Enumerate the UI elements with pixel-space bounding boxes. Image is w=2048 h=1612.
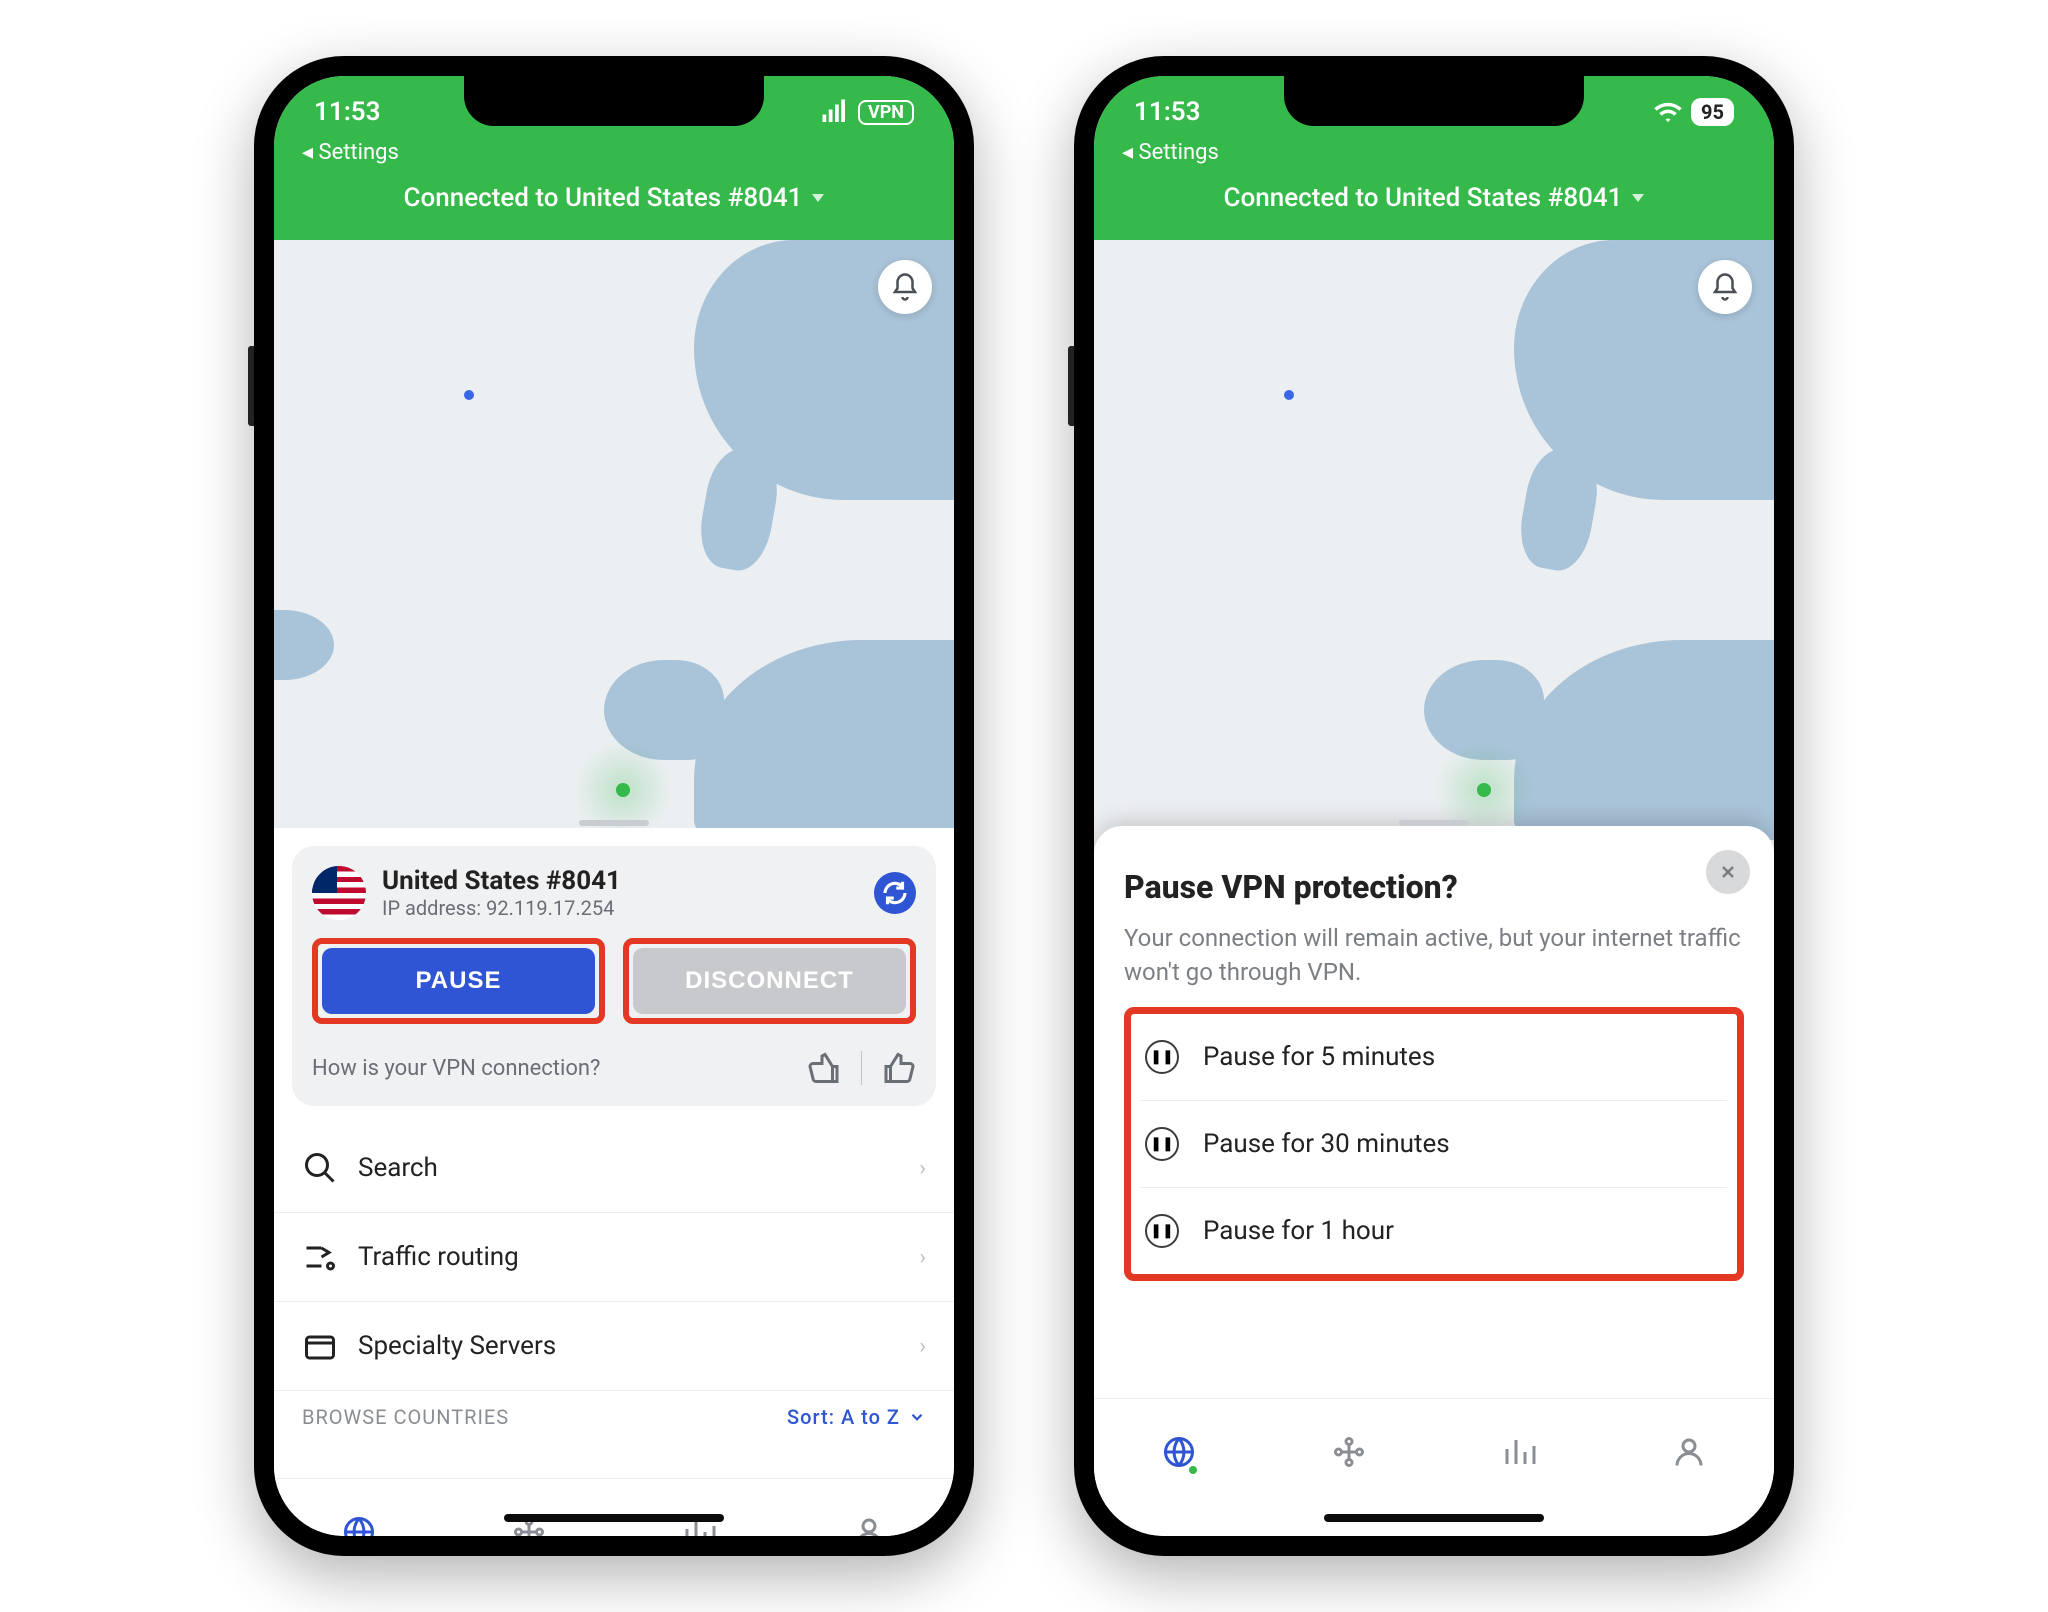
chevron-down-icon [908, 1408, 926, 1426]
sheet-description: Your connection will remain active, but … [1124, 922, 1744, 989]
pause-1-hour[interactable]: ❚❚ Pause for 1 hour [1141, 1188, 1727, 1274]
bell-icon [1710, 272, 1740, 302]
folder-icon [302, 1328, 338, 1364]
status-time: 11:53 [314, 97, 381, 127]
highlight-pause: PAUSE [312, 938, 605, 1024]
pause-icon: ❚❚ [1145, 1040, 1179, 1074]
traffic-routing-row[interactable]: Traffic routing › [274, 1213, 954, 1302]
chevron-down-icon [812, 194, 824, 202]
map-view[interactable] [1094, 240, 1774, 880]
current-server-name: United States #8041 [382, 866, 858, 896]
chevron-right-icon: › [919, 1245, 926, 1270]
highlight-pause-options: ❚❚ Pause for 5 minutes ❚❚ Pause for 30 m… [1124, 1007, 1744, 1281]
tab-stats[interactable] [1501, 1434, 1537, 1474]
specialty-servers-row[interactable]: Specialty Servers › [274, 1302, 954, 1391]
highlight-disconnect: DISCONNECT [623, 938, 916, 1024]
thumbs-down-icon[interactable] [807, 1050, 843, 1086]
routing-icon [302, 1239, 338, 1275]
home-indicator[interactable] [1324, 1514, 1544, 1522]
chevron-right-icon: › [919, 1334, 926, 1359]
current-server-row: United States #8041 IP address: 92.119.1… [312, 866, 916, 920]
tab-home[interactable] [341, 1514, 377, 1537]
tab-meshnet[interactable] [1331, 1434, 1367, 1474]
refresh-icon [880, 878, 910, 908]
map-view[interactable] [274, 240, 954, 880]
pause-icon: ❚❚ [1145, 1214, 1179, 1248]
user-icon [1671, 1434, 1707, 1470]
pause-30-min[interactable]: ❚❚ Pause for 30 minutes [1141, 1101, 1727, 1188]
device-notch [1284, 76, 1584, 126]
sheet-title: Pause VPN protection? [1124, 868, 1744, 906]
signal-icon [820, 97, 850, 127]
phone-frame-left: 11:53 VPN ◂ Settings Connected to United… [254, 56, 974, 1556]
device-notch [464, 76, 764, 126]
current-server-ip: IP address: 92.119.17.254 [382, 896, 858, 920]
thumbs-up-icon[interactable] [880, 1050, 916, 1086]
tab-bar [1094, 1398, 1774, 1508]
back-to-settings[interactable]: ◂ Settings [274, 134, 954, 165]
status-time: 11:53 [1134, 97, 1201, 127]
mesh-icon [1331, 1434, 1367, 1470]
home-indicator[interactable] [504, 1514, 724, 1522]
bell-icon [890, 272, 920, 302]
disconnect-button[interactable]: DISCONNECT [633, 948, 906, 1014]
connection-status-row[interactable]: Connected to United States #8041 [1094, 183, 1774, 213]
connection-status-label: Connected to United States #8041 [404, 183, 803, 213]
wifi-icon [1653, 97, 1683, 127]
close-icon [1718, 862, 1738, 882]
tab-profile[interactable] [1671, 1434, 1707, 1474]
user-icon [851, 1514, 887, 1537]
phone-frame-right: 11:53 95 ◂ Settings Connected to United … [1074, 56, 1794, 1556]
connection-status-row[interactable]: Connected to United States #8041 [274, 183, 954, 213]
sort-button[interactable]: Sort: A to Z [787, 1405, 926, 1429]
flag-icon [312, 866, 366, 920]
status-battery-badge: 95 [1691, 98, 1734, 126]
feedback-prompt: How is your VPN connection? [312, 1056, 600, 1081]
close-button[interactable] [1706, 850, 1750, 894]
search-icon [302, 1150, 338, 1186]
status-vpn-badge: VPN [858, 100, 914, 125]
tab-bar [274, 1478, 954, 1536]
sheet-grabber[interactable] [1399, 820, 1469, 826]
tab-profile[interactable] [851, 1514, 887, 1537]
connection-status-label: Connected to United States #8041 [1224, 183, 1623, 213]
back-to-settings[interactable]: ◂ Settings [1094, 134, 1774, 165]
tab-home[interactable] [1161, 1434, 1197, 1474]
pause-5-min[interactable]: ❚❚ Pause for 5 minutes [1141, 1014, 1727, 1101]
refresh-button[interactable] [874, 872, 916, 914]
chevron-right-icon: › [919, 1156, 926, 1181]
pause-button[interactable]: PAUSE [322, 948, 595, 1014]
notifications-button[interactable] [1698, 260, 1752, 314]
browse-countries-label: BROWSE COUNTRIES [302, 1405, 509, 1429]
main-panel: United States #8041 IP address: 92.119.1… [274, 828, 954, 1536]
sheet-grabber[interactable] [579, 820, 649, 826]
chevron-down-icon [1632, 194, 1644, 202]
notifications-button[interactable] [878, 260, 932, 314]
pause-icon: ❚❚ [1145, 1127, 1179, 1161]
search-row[interactable]: Search › [274, 1124, 954, 1213]
bars-icon [1501, 1434, 1537, 1470]
globe-icon [341, 1514, 377, 1537]
